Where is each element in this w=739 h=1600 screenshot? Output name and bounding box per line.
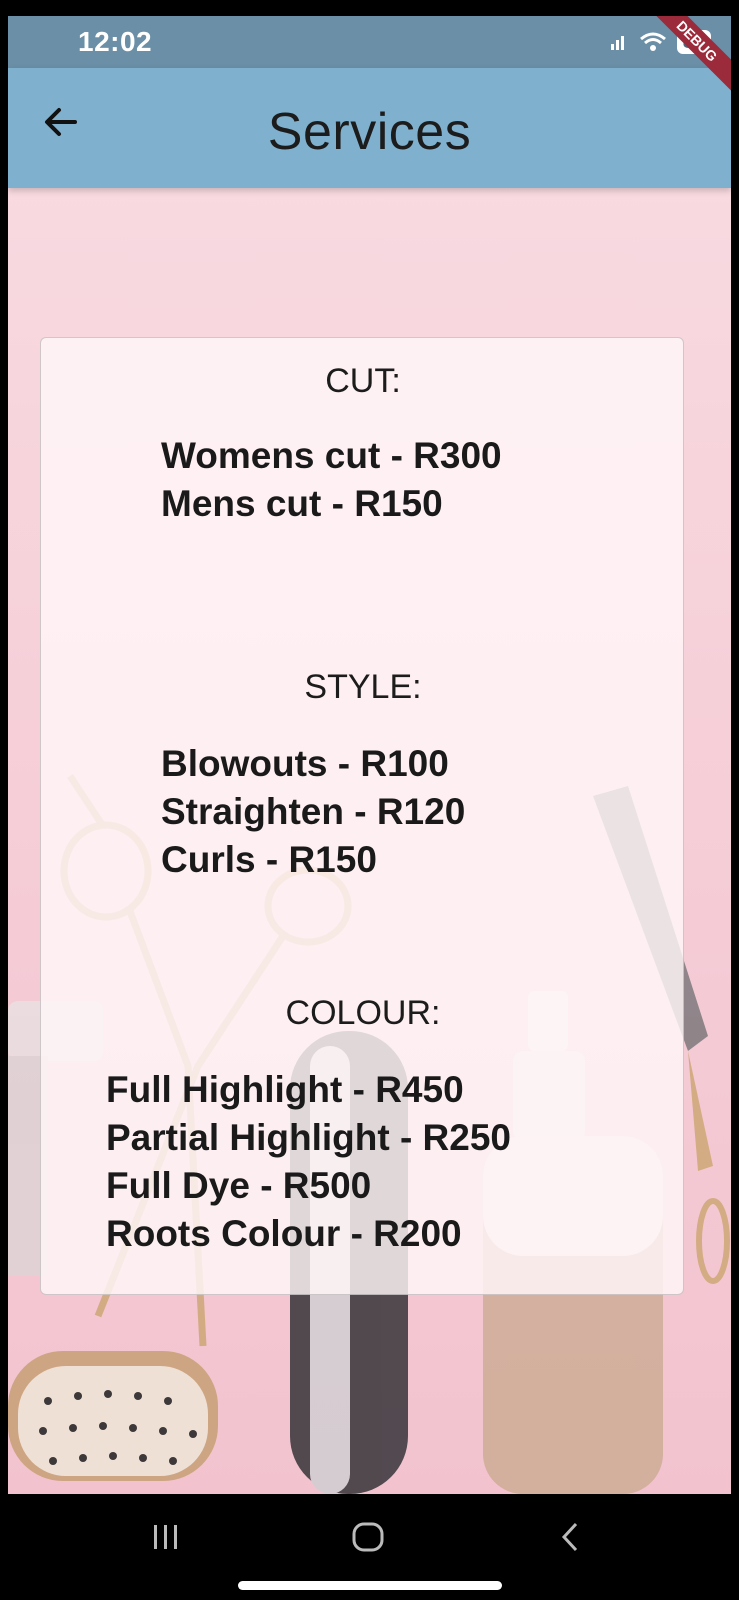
service-item: Mens cut - R150 — [161, 483, 443, 524]
brush-image — [8, 1351, 218, 1481]
service-item: Partial Highlight - R250 — [106, 1117, 512, 1158]
wifi-icon — [639, 32, 666, 51]
service-item: Womens cut - R300 — [161, 435, 502, 476]
screen: 12:02 89 Services DEBUG CUT: Womens cut … — [8, 16, 731, 1494]
recents-button[interactable] — [136, 1512, 196, 1562]
signal-icon — [610, 36, 624, 50]
section-heading-style: STYLE: — [304, 668, 422, 706]
home-indicator[interactable] — [238, 1581, 502, 1590]
service-item: Roots Colour - R200 — [106, 1213, 462, 1254]
status-time: 12:02 — [78, 26, 153, 57]
service-item: Full Highlight - R450 — [106, 1069, 464, 1110]
home-icon — [352, 1522, 384, 1552]
home-button[interactable] — [338, 1512, 398, 1562]
back-icon — [561, 1522, 578, 1552]
service-item: Blowouts - R100 — [161, 743, 449, 784]
recents-icon — [154, 1525, 177, 1549]
service-item: Straighten - R120 — [161, 791, 466, 832]
section-heading-colour: COLOUR: — [285, 994, 441, 1032]
section-heading-cut: CUT: — [325, 362, 401, 400]
nav-back-button[interactable] — [540, 1512, 600, 1562]
service-item: Curls - R150 — [161, 839, 377, 880]
services-card: CUT: Womens cut - R300 Mens cut - R150 S… — [40, 337, 684, 1295]
status-bar: 12:02 89 — [8, 16, 731, 68]
app-bar: Services — [8, 68, 731, 188]
service-item: Full Dye - R500 — [106, 1165, 372, 1206]
page-title: Services — [267, 103, 472, 161]
